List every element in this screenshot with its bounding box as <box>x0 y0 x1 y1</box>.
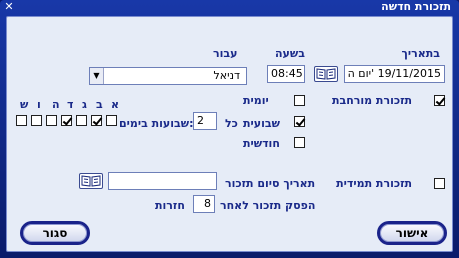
stop-field[interactable]: 8 <box>193 195 215 213</box>
end-date-label: תאריך סיום תזכור <box>225 177 316 190</box>
extended-checkbox[interactable] <box>434 95 445 106</box>
weekday-checkbox-4[interactable] <box>61 115 72 126</box>
monthly-label: חודשית <box>243 137 280 150</box>
weekday-checkbox-1[interactable] <box>106 115 117 126</box>
time-field[interactable]: 08:45 <box>267 65 305 83</box>
for-select-value: דניאל <box>213 69 240 82</box>
weekday-letter-4: ד <box>67 98 74 111</box>
weekday-checkbox-2[interactable] <box>91 115 102 126</box>
weekly-label: שבועית <box>243 117 280 130</box>
title-bar: ✕ תזכורת חדשה <box>0 0 459 14</box>
form-panel: בתאריך בשעה עבור 19/11/2015 'יום ה 08:45… <box>6 16 453 252</box>
close-button[interactable]: סגור <box>20 221 90 245</box>
weekday-letter-2: ב <box>96 98 103 111</box>
stop-suffix: חזרות <box>155 199 185 212</box>
daily-checkbox[interactable] <box>294 95 305 106</box>
monthly-checkbox[interactable] <box>294 137 305 148</box>
weekday-letter-7: ש <box>20 98 29 111</box>
weekday-letter-1: א <box>111 98 120 111</box>
date-label: בתאריך <box>401 47 440 60</box>
extended-label: תזכורת מורחבת <box>331 94 412 107</box>
weekday-checkbox-5[interactable] <box>46 115 57 126</box>
stop-label: הפסק תזכור לאחר <box>220 199 316 212</box>
every-suffix: שבועות בימים: <box>119 117 194 130</box>
weekly-checkbox[interactable] <box>294 116 305 127</box>
weekday-checkbox-6[interactable] <box>31 115 42 126</box>
weekday-letter-6: ו <box>37 98 41 111</box>
weekday-letter-3: ג <box>82 98 87 111</box>
window-title: תזכורת חדשה <box>381 0 451 13</box>
weekday-letter-5: ה <box>52 98 60 111</box>
daily-label: יומית <box>243 94 269 107</box>
calendar-icon[interactable] <box>314 66 338 82</box>
weekday-checkbox-3[interactable] <box>76 115 87 126</box>
permanent-label: תזכורת תמידית <box>336 177 412 190</box>
chevron-down-icon[interactable]: ▼ <box>90 68 104 84</box>
ok-button[interactable]: אישור <box>377 221 447 245</box>
date-field[interactable]: 19/11/2015 'יום ה <box>344 65 445 83</box>
for-label: עבור <box>213 47 238 60</box>
permanent-checkbox[interactable] <box>434 178 445 189</box>
close-icon[interactable]: ✕ <box>3 1 15 13</box>
for-select[interactable]: דניאל ▼ <box>89 67 247 85</box>
end-date-field[interactable] <box>108 172 217 190</box>
every-field[interactable]: 2 <box>193 112 217 130</box>
reminder-dialog: ✕ תזכורת חדשה בתאריך בשעה עבור 19/11/201… <box>0 0 459 258</box>
every-label: כל <box>225 117 238 130</box>
weekday-checkbox-7[interactable] <box>16 115 27 126</box>
end-calendar-icon[interactable] <box>79 173 103 189</box>
time-label: בשעה <box>275 47 305 60</box>
